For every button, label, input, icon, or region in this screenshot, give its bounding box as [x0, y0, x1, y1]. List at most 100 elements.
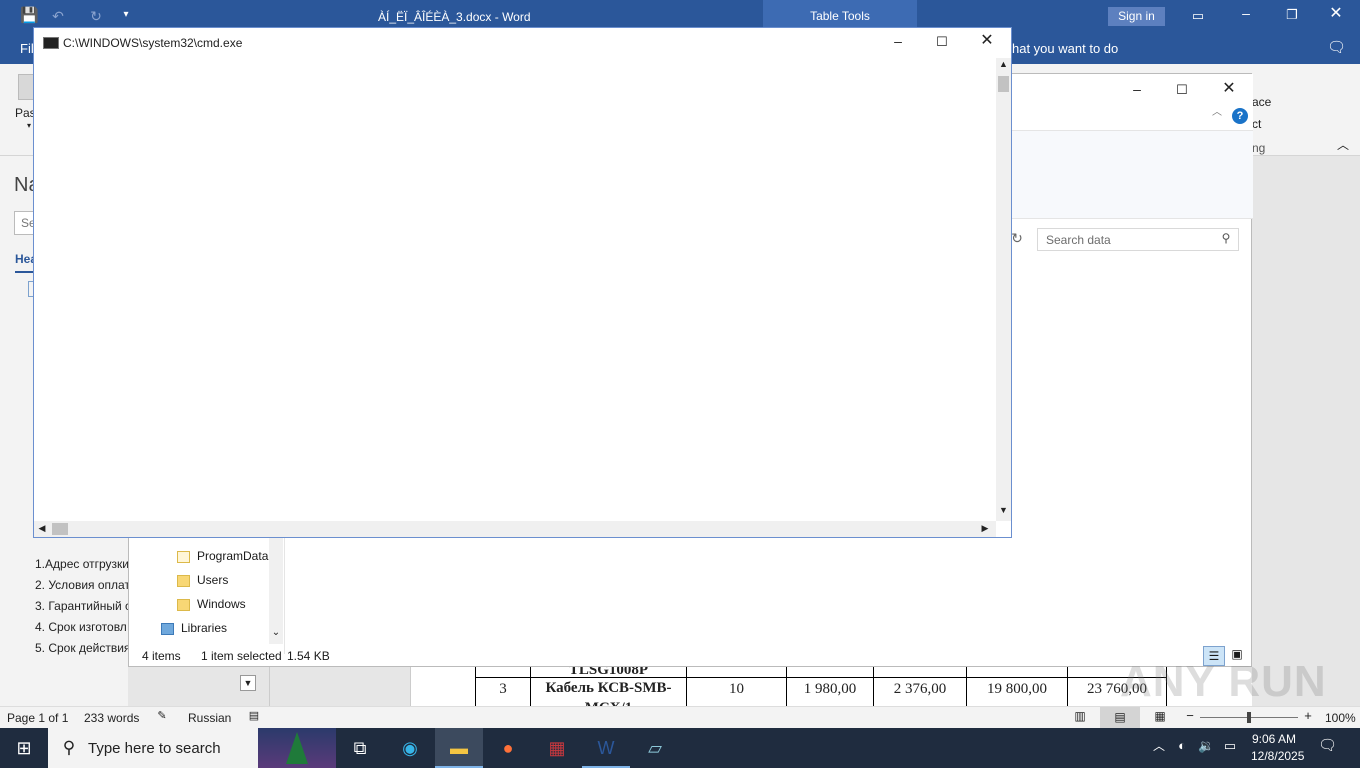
firefox-icon[interactable]: ● — [484, 728, 532, 768]
tree-item-label: Libraries — [181, 621, 228, 635]
table-cell: 19 800,00 — [966, 677, 1068, 706]
tree-item-windows[interactable]: Windows — [177, 593, 246, 615]
page-count[interactable]: Page 1 of 1 — [7, 711, 68, 725]
notifications-icon[interactable]: 🗨 — [1318, 738, 1337, 753]
product-line1: Кабель КСВ-SMB- — [545, 680, 672, 696]
scroll-down-icon[interactable]: ⌄ — [270, 628, 282, 638]
cmd-window: C:\WINDOWS\system32\cmd.exe – ☐ ✕ ▲ ▼ ◀ … — [33, 27, 1012, 538]
read-mode-icon[interactable]: ▥ — [1072, 710, 1088, 722]
ribbon-display-icon[interactable]: ▭ — [1190, 9, 1206, 22]
minimize-icon[interactable]: – — [1238, 6, 1254, 20]
search-highlight-image — [258, 728, 336, 768]
edge-icon[interactable]: ◉ — [386, 728, 434, 768]
scroll-thumb[interactable] — [998, 76, 1009, 92]
word-status-bar: Page 1 of 1 233 words ✎ Russian ▤ ▥ ▤ ▦ … — [0, 706, 1360, 728]
undo-icon[interactable]: ↶ — [50, 9, 66, 25]
doc-line: 2. Условия оплат — [35, 578, 130, 592]
close-icon[interactable]: ✕ — [979, 33, 995, 49]
dropdown-arrow-icon[interactable]: ▼ — [240, 675, 256, 691]
vertical-scrollbar[interactable]: ▲ ▼ — [996, 58, 1011, 521]
tree-item-users[interactable]: Users — [177, 569, 228, 591]
scroll-down-icon[interactable]: ▼ — [998, 506, 1009, 515]
zoom-in-icon[interactable]: + — [1302, 709, 1314, 722]
tree-item-programdata[interactable]: ProgramData — [177, 545, 268, 567]
select-button[interactable]: ct — [1252, 117, 1261, 131]
maximize-icon[interactable]: ☐ — [1175, 83, 1189, 96]
comments-icon[interactable]: 🗨 — [1327, 40, 1346, 55]
taskbar-search[interactable]: ⚲ Type here to search — [48, 728, 336, 768]
selection-size: 1.54 KB — [287, 649, 330, 663]
notepad-icon[interactable]: ▱ — [631, 728, 679, 768]
restore-icon[interactable]: ❐ — [1284, 8, 1300, 21]
doc-line: 3. Гарантийный с — [35, 599, 130, 613]
christmas-tree-icon — [286, 732, 308, 764]
divider — [410, 667, 411, 706]
word-icon[interactable]: W — [582, 728, 630, 768]
document-table: TLSG1008P 3 Кабель КСВ-SMB- MCX/1 10 1 9… — [475, 662, 1167, 706]
scroll-right-icon[interactable]: ▶ — [980, 524, 990, 533]
explorer-status-bar: 4 items 1 item selected 1.54 KB ☰ ▣ — [129, 646, 1253, 668]
zoom-out-icon[interactable]: − — [1184, 709, 1196, 722]
collapse-ribbon-icon[interactable]: ︿ — [1336, 139, 1350, 151]
start-windows-icon[interactable]: ⊞ — [0, 728, 48, 768]
item-count: 4 items — [142, 649, 181, 663]
cmd-console[interactable] — [34, 58, 996, 521]
proofing-icon[interactable]: ✎ — [155, 711, 169, 722]
language[interactable]: Russian — [188, 711, 231, 725]
meet-now-icon[interactable]: ◐ — [1175, 739, 1189, 752]
network-icon[interactable]: ▭ — [1222, 739, 1238, 752]
replace-button[interactable]: ace — [1252, 95, 1271, 109]
cmd-title-bar: C:\WINDOWS\system32\cmd.exe – ☐ ✕ — [34, 28, 1011, 58]
cmd-icon — [43, 37, 59, 49]
redo-icon[interactable]: ↻ — [88, 9, 104, 25]
folder-icon — [177, 550, 190, 563]
table-cell: 10 — [686, 677, 787, 706]
pane-divider — [284, 524, 285, 654]
table-cell: 2 376,00 — [873, 677, 967, 706]
folder-icon — [177, 574, 190, 587]
expand-ribbon-icon[interactable]: ︿ — [1211, 108, 1223, 118]
table-cell-product: Кабель КСВ-SMB- MCX/1 — [530, 677, 687, 706]
doc-text-list: 1.Адрес отгрузки 2. Условия оплат 3. Гар… — [35, 554, 130, 659]
scroll-up-icon[interactable]: ▲ — [998, 60, 1009, 69]
sign-in-button[interactable]: Sign in — [1108, 7, 1165, 26]
tell-me-box[interactable]: hat you want to do — [1012, 41, 1118, 56]
minimize-icon[interactable]: – — [890, 34, 906, 48]
doc-line: 5. Срок действия — [35, 641, 130, 655]
zoom-level[interactable]: 100% — [1325, 711, 1356, 725]
horizontal-scrollbar[interactable]: ◀ ▶ — [34, 521, 996, 537]
scroll-thumb[interactable] — [52, 523, 68, 535]
tree-item-label: Windows — [197, 597, 246, 611]
task-view-icon[interactable]: ⧉ — [336, 728, 384, 768]
tree-item-label: ProgramData — [197, 549, 269, 563]
print-layout-icon[interactable]: ▤ — [1100, 707, 1140, 728]
taskbar-search-placeholder: Type here to search — [88, 740, 221, 757]
scroll-left-icon[interactable]: ◀ — [37, 524, 47, 533]
product-line2: MCX/1 — [531, 698, 686, 706]
explorer-search-input[interactable]: Search data — [1037, 228, 1239, 251]
zoom-slider-thumb[interactable] — [1247, 712, 1251, 723]
volume-icon[interactable]: 🔉 — [1198, 739, 1214, 752]
minimize-icon[interactable]: – — [1129, 82, 1145, 96]
web-layout-icon[interactable]: ▦ — [1152, 710, 1168, 722]
show-hidden-icons-icon[interactable]: ︿ — [1152, 740, 1166, 752]
libraries-icon — [161, 622, 174, 635]
search-icon: ⚲ — [62, 738, 76, 757]
doc-line: 1.Адрес отгрузки — [35, 557, 129, 571]
maximize-icon[interactable]: ☐ — [935, 35, 949, 48]
close-icon[interactable]: ✕ — [1221, 81, 1237, 97]
close-icon[interactable]: ✕ — [1328, 6, 1344, 22]
help-icon[interactable]: ? — [1232, 108, 1248, 124]
taskbar: ⊞ ⚲ Type here to search ⧉ ◉ ▬ ● ▦ W ▱ ︿ … — [0, 728, 1360, 768]
selection-count: 1 item selected — [201, 649, 282, 663]
clock-date[interactable]: 12/8/2025 — [1251, 749, 1304, 763]
word-count[interactable]: 233 words — [84, 711, 139, 725]
macro-icon[interactable]: ▤ — [247, 711, 261, 722]
save-icon[interactable]: 💾 — [20, 8, 39, 24]
file-explorer-icon[interactable]: ▬ — [435, 728, 483, 768]
winrar-icon[interactable]: ▦ — [533, 728, 581, 768]
clock-time[interactable]: 9:06 AM — [1252, 732, 1296, 746]
table-cell: 1 980,00 — [786, 677, 874, 706]
tree-item-libraries[interactable]: Libraries — [161, 617, 227, 639]
customize-qat-icon[interactable]: ▾ — [120, 10, 132, 22]
